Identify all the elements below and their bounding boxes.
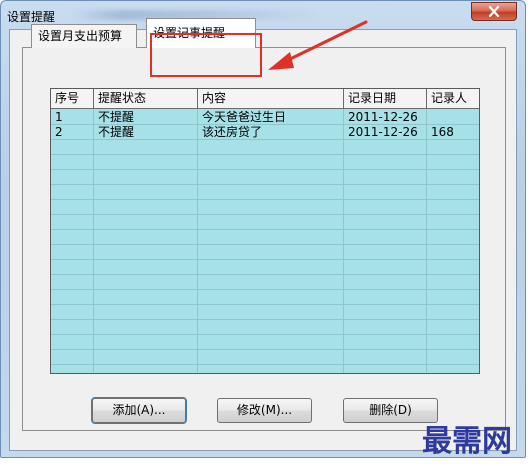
row-divider <box>51 289 479 290</box>
tab-monthly-budget[interactable]: 设置月支出预算 <box>31 24 137 48</box>
table-row[interactable]: 2 不提醒 该还房贷了 2011-12-26 168 <box>51 125 479 140</box>
table-header: 序号 提醒状态 内容 记录日期 记录人 <box>51 89 479 109</box>
row-divider <box>51 259 479 260</box>
cell-index: 1 <box>55 110 63 124</box>
cell-recorder: 168 <box>431 125 454 139</box>
window-title: 设置提醒 <box>7 10 56 24</box>
add-button[interactable]: 添加(A)... <box>91 397 187 424</box>
row-divider <box>51 199 479 200</box>
row-divider <box>51 349 479 350</box>
column-header-date[interactable]: 记录日期 <box>344 89 427 108</box>
reminder-table[interactable]: 序号 提醒状态 内容 记录日期 记录人 1 不提醒 今天爸爸过生日 2011-1… <box>50 88 480 374</box>
column-header-recorder[interactable]: 记录人 <box>427 89 479 108</box>
column-header-content[interactable]: 内容 <box>198 89 344 108</box>
column-header-index[interactable]: 序号 <box>51 89 94 108</box>
row-divider <box>51 364 479 365</box>
cell-recorder <box>427 110 431 125</box>
cell-content: 该还房贷了 <box>202 125 263 139</box>
row-divider <box>51 319 479 320</box>
row-divider <box>51 304 479 305</box>
cell-date: 2011-12-26 <box>348 125 418 139</box>
row-divider <box>51 169 479 170</box>
row-divider <box>51 244 479 245</box>
row-divider <box>51 334 479 335</box>
close-button[interactable] <box>471 2 517 21</box>
row-divider <box>51 274 479 275</box>
column-header-status[interactable]: 提醒状态 <box>94 89 198 108</box>
close-icon <box>488 6 500 17</box>
cell-date: 2011-12-26 <box>348 110 418 124</box>
annotation-highlight-box <box>150 33 262 77</box>
row-divider <box>51 229 479 230</box>
table-row[interactable]: 1 不提醒 今天爸爸过生日 2011-12-26 <box>51 110 479 125</box>
cell-status: 不提醒 <box>98 125 135 139</box>
row-divider <box>51 214 479 215</box>
cell-index: 2 <box>55 125 63 139</box>
annotation-arrow-icon <box>268 20 368 70</box>
cell-status: 不提醒 <box>98 110 135 124</box>
row-divider <box>51 184 479 185</box>
row-divider <box>51 154 479 155</box>
site-watermark: 最需网 <box>422 424 512 459</box>
edit-button[interactable]: 修改(M)... <box>217 398 312 423</box>
cell-content: 今天爸爸过生日 <box>202 110 287 124</box>
